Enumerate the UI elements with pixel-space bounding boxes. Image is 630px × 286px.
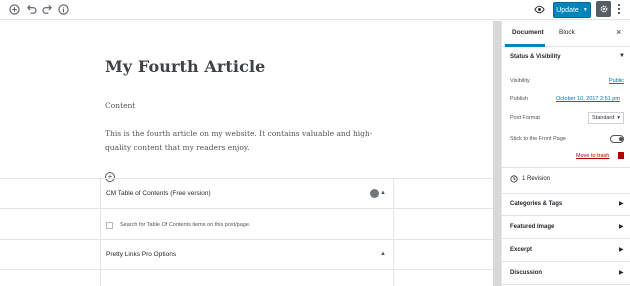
divider — [502, 167, 630, 168]
chevron-down-icon: ▼ — [582, 7, 588, 13]
toc-metabox-title: CM Table of Contents (Free version) — [106, 190, 211, 197]
settings-button[interactable] — [596, 1, 611, 17]
revisions-label: 1 Revision — [522, 176, 551, 182]
visibility-link[interactable]: Public — [609, 78, 624, 84]
settings-sidebar: Document Block × Status & Visibility ▼ V… — [501, 21, 630, 286]
panel-title: Status & Visibility — [510, 54, 561, 60]
pretty-links-metabox-body — [0, 270, 493, 286]
panel-title: Categories & Tags — [510, 201, 563, 207]
pretty-links-metabox-header[interactable]: Pretty Links Pro Options ▲ — [0, 240, 493, 270]
publish-date-link[interactable]: October 10, 2017 2:51 pm — [556, 96, 620, 102]
paragraph-block[interactable]: This is the fourth article on my website… — [105, 127, 395, 154]
update-button-label: Update — [556, 6, 579, 14]
sticky-toggle[interactable] — [610, 135, 624, 143]
sticky-label: Stick to the Front Page — [510, 136, 566, 142]
panel-title: Discussion — [510, 270, 543, 276]
visibility-label: Visibility — [510, 78, 530, 84]
eye-icon[interactable] — [533, 3, 546, 16]
move-to-trash-link[interactable]: Move to trash — [576, 153, 609, 159]
chevron-right-icon: ▶ — [619, 224, 624, 230]
meta-boxes-area: CM Table of Contents (Free version) ▲ Se… — [0, 178, 493, 286]
chevron-right-icon: ▶ — [619, 247, 624, 253]
editor-header-toolbar: Update ▼ — [0, 0, 630, 20]
clock-icon — [510, 175, 518, 183]
toc-search-checkbox-label: Search for Table Of Contents items on th… — [120, 222, 251, 228]
tab-document[interactable]: Document — [512, 29, 544, 36]
excerpt-panel-toggle[interactable]: Excerpt ▶ — [502, 240, 630, 262]
publish-label: Publish — [510, 96, 529, 102]
info-icon[interactable] — [57, 3, 70, 16]
discussion-panel-toggle[interactable]: Discussion ▶ — [502, 263, 630, 285]
close-icon[interactable]: × — [616, 27, 621, 37]
post-format-value: Standard — [592, 115, 615, 121]
content-block[interactable]: Content — [105, 101, 135, 110]
sidebar-tabs: Document Block × — [502, 21, 630, 47]
post-format-label: Post Format — [510, 115, 540, 121]
update-button[interactable]: Update ▼ — [553, 2, 591, 18]
collapse-arrow-icon[interactable]: ▲ — [380, 251, 386, 257]
revisions-link[interactable]: 1 Revision — [510, 175, 550, 183]
post-format-select[interactable]: Standard ▾ — [588, 112, 624, 124]
metabox-handle-icon[interactable] — [370, 189, 379, 198]
plus-circle-icon[interactable] — [8, 3, 21, 16]
toc-metabox-header[interactable]: CM Table of Contents (Free version) ▲ — [0, 179, 493, 209]
chevron-down-icon: ▼ — [619, 53, 625, 59]
gear-icon — [600, 5, 607, 13]
chevron-right-icon: ▶ — [619, 201, 624, 207]
post-title[interactable]: My Fourth Article — [105, 57, 265, 76]
undo-icon[interactable] — [25, 3, 38, 16]
toc-search-checkbox[interactable] — [106, 222, 113, 229]
tab-block[interactable]: Block — [559, 29, 575, 36]
featured-image-panel-toggle[interactable]: Featured Image ▶ — [502, 217, 630, 239]
toc-metabox-body: Search for Table Of Contents items on th… — [0, 209, 493, 240]
pretty-links-metabox-title: Pretty Links Pro Options — [106, 251, 177, 258]
status-visibility-panel-toggle[interactable]: Status & Visibility ▼ — [502, 47, 630, 69]
categories-tags-panel-toggle[interactable]: Categories & Tags ▶ — [502, 194, 630, 216]
chevron-down-icon: ▾ — [617, 115, 620, 121]
panel-title: Featured Image — [510, 224, 555, 230]
redo-icon[interactable] — [41, 3, 54, 16]
panel-title: Excerpt — [510, 247, 533, 253]
trash-icon[interactable] — [618, 152, 624, 159]
collapse-arrow-icon[interactable]: ▲ — [380, 190, 386, 196]
chevron-right-icon: ▶ — [619, 270, 624, 276]
vertical-ellipsis-icon[interactable] — [616, 2, 622, 16]
scrollbar[interactable] — [493, 21, 501, 286]
